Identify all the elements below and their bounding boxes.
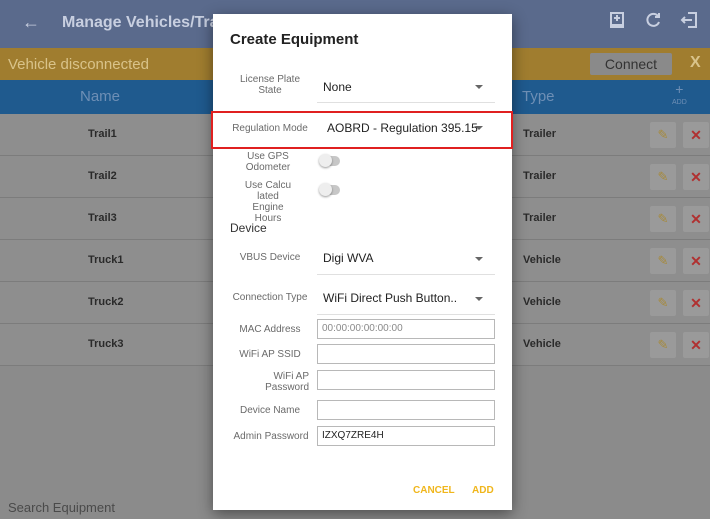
equipment-name: Trail2: [88, 170, 117, 182]
vbus-device-select[interactable]: Digi WVA: [323, 251, 373, 265]
toggle-knob: [319, 154, 332, 167]
edit-pencil-icon[interactable]: ✎: [650, 122, 676, 148]
equipment-type: Trailer: [523, 212, 557, 224]
connection-status-text: Vehicle disconnected: [8, 56, 149, 73]
connection-type-select[interactable]: WiFi Direct Push Button..: [323, 291, 457, 305]
create-equipment-dialog: Create Equipment License Plate State Non…: [213, 14, 512, 510]
equipment-type: Vehicle: [523, 254, 561, 266]
select-underline: [317, 102, 495, 103]
wifi-ap-ssid-input[interactable]: [317, 344, 495, 364]
add-label: ADD: [672, 99, 687, 106]
chevron-down-icon[interactable]: [475, 85, 483, 89]
use-gps-odometer-label: Use GPS Odometer: [245, 151, 291, 173]
connection-type-label: Connection Type: [232, 292, 308, 303]
wifi-ap-password-input[interactable]: [317, 370, 495, 390]
edit-pencil-icon[interactable]: ✎: [650, 248, 676, 274]
delete-x-icon[interactable]: ✕: [683, 122, 709, 148]
equipment-type: Vehicle: [523, 338, 561, 350]
equipment-name: Truck3: [88, 338, 124, 350]
vbus-device-label: VBUS Device: [239, 252, 301, 263]
close-status-button[interactable]: X: [690, 54, 701, 72]
admin-password-input[interactable]: IZXQ7ZRE4H: [317, 426, 495, 446]
admin-password-label: Admin Password: [233, 431, 309, 442]
edit-pencil-icon[interactable]: ✎: [650, 206, 676, 232]
logout-icon[interactable]: [680, 11, 698, 34]
column-header-name: Name: [80, 88, 121, 105]
use-gps-odometer-toggle[interactable]: [319, 154, 340, 167]
wifi-ap-ssid-label: WiFi AP SSID: [239, 349, 301, 360]
plus-icon: +: [675, 81, 684, 97]
edit-pencil-icon[interactable]: ✎: [650, 332, 676, 358]
device-section-heading: Device: [230, 221, 267, 235]
license-plate-state-select[interactable]: None: [323, 80, 352, 94]
mac-address-input[interactable]: 00:00:00:00:00:00: [317, 319, 495, 339]
device-name-label: Device Name: [239, 405, 301, 416]
toggle-knob: [319, 183, 332, 196]
equipment-name: Trail3: [88, 212, 117, 224]
delete-x-icon[interactable]: ✕: [683, 332, 709, 358]
delete-x-icon[interactable]: ✕: [683, 206, 709, 232]
regulation-mode-highlight-box: [211, 111, 513, 149]
refresh-icon[interactable]: [644, 11, 662, 34]
export-icon[interactable]: [608, 11, 626, 34]
equipment-type: Trailer: [523, 170, 557, 182]
device-name-input[interactable]: [317, 400, 495, 420]
use-calculated-engine-hours-toggle[interactable]: [319, 183, 340, 196]
chevron-down-icon[interactable]: [475, 257, 483, 261]
wifi-ap-password-label: WiFi AP Password: [265, 371, 309, 393]
delete-x-icon[interactable]: ✕: [683, 248, 709, 274]
column-header-type: Type: [522, 88, 555, 105]
select-underline: [317, 314, 495, 315]
equipment-name: Trail1: [88, 128, 117, 140]
equipment-type: Vehicle: [523, 296, 561, 308]
equipment-type: Trailer: [523, 128, 557, 140]
equipment-name: Truck2: [88, 296, 124, 308]
cancel-button[interactable]: CANCEL: [413, 485, 455, 496]
back-arrow-icon[interactable]: ←: [22, 12, 40, 33]
edit-pencil-icon[interactable]: ✎: [650, 164, 676, 190]
add-equipment-button[interactable]: + ADD: [672, 82, 687, 110]
delete-x-icon[interactable]: ✕: [683, 290, 709, 316]
mac-address-label: MAC Address: [239, 324, 301, 335]
edit-pencil-icon[interactable]: ✎: [650, 290, 676, 316]
select-underline: [317, 274, 495, 275]
connect-button[interactable]: Connect: [590, 53, 672, 75]
dialog-title: Create Equipment: [230, 31, 359, 48]
chevron-down-icon[interactable]: [475, 297, 483, 301]
delete-x-icon[interactable]: ✕: [683, 164, 709, 190]
add-button[interactable]: ADD: [472, 485, 494, 496]
search-input[interactable]: Search Equipment: [8, 500, 115, 515]
use-calculated-engine-hours-label: Use Calcu lated Engine Hours: [244, 180, 292, 224]
equipment-name: Truck1: [88, 254, 124, 266]
license-plate-state-label: License Plate State: [239, 74, 301, 96]
